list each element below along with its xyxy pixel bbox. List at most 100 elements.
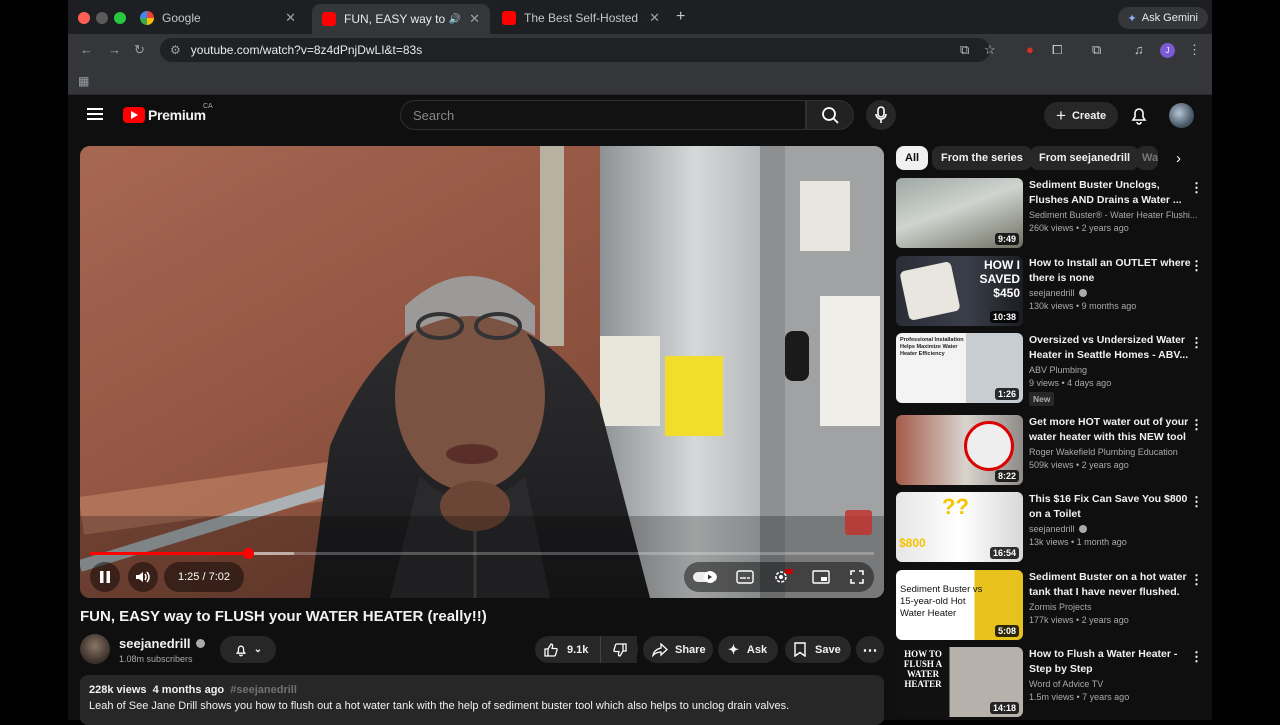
thumbnail-caption: Sediment Buster vs 15-year-old Hot Water… [900,584,983,619]
chrome-menu-icon[interactable]: ⋮ [1188,42,1201,58]
ask-gemini-button[interactable]: ✦ Ask Gemini [1117,7,1208,29]
recommendation-title[interactable]: Sediment Buster Unclogs, Flushes AND Dra… [1029,178,1197,208]
close-tab-icon[interactable]: ✕ [461,11,480,27]
youtube-play-icon [123,107,145,123]
scrubber-handle[interactable] [242,548,254,559]
chip-from-channel[interactable]: From seejanedrill [1030,146,1140,170]
notifications-bell-icon[interactable] [1128,104,1150,126]
account-avatar[interactable] [1169,103,1194,128]
progress-bar[interactable] [90,548,874,559]
close-tab-icon[interactable]: ✕ [277,10,296,26]
recommendation-channel[interactable]: Zormis Projects [1029,602,1197,612]
recommendation-title[interactable]: How to Install an OUTLET where there is … [1029,256,1197,286]
recommendation-title[interactable]: Oversized vs Undersized Water Heater in … [1029,333,1197,363]
search-box[interactable] [400,100,806,130]
recommendation-item[interactable]: HOW TO FLUSH A WATER HEATER 14:18 How to… [896,647,1206,718]
recommendation-item[interactable]: 9:49 Sediment Buster Unclogs, Flushes AN… [896,178,1206,249]
recommendation-item[interactable]: 8:22 Get more HOT water out of your wate… [896,415,1206,486]
autoplay-toggle-icon[interactable] [693,571,718,583]
close-tab-icon[interactable]: ✕ [641,10,660,26]
settings-gear-icon[interactable] [773,569,793,585]
search-button[interactable] [806,100,854,130]
pause-button[interactable] [90,562,120,592]
search-input[interactable] [413,107,793,123]
media-control-icon[interactable]: ♫ [1134,42,1144,57]
tab-youtube-video[interactable]: FUN, EASY way to FLUSH 🔊 ✕ [312,4,490,34]
video-thumbnail[interactable]: ?? $800 16:54 [896,492,1023,562]
recommendation-channel[interactable]: ABV Plumbing [1029,365,1197,375]
recommendation-title[interactable]: This $16 Fix Can Save You $800 on a Toil… [1029,492,1197,522]
more-vertical-icon[interactable]: ⋮ [1190,335,1203,351]
recommendation-channel[interactable]: seejanedrill [1029,288,1197,298]
extension-red-icon[interactable]: ● [1026,42,1034,57]
video-thumbnail[interactable]: HOW TO FLUSH A WATER HEATER 14:18 [896,647,1023,717]
reload-icon[interactable]: ↻ [134,42,145,58]
recommendation-title[interactable]: Sediment Buster on a hot water tank that… [1029,570,1197,600]
site-info-icon[interactable]: ⚙ [170,43,181,57]
ask-button[interactable]: ✦ Ask [718,636,778,663]
recommendation-item[interactable]: Professional Installation Helps Maximize… [896,333,1206,411]
audio-playing-icon[interactable]: 🔊 [449,14,461,25]
recommendation-title[interactable]: How to Flush a Water Heater - Step by St… [1029,647,1197,677]
more-vertical-icon[interactable]: ⋮ [1190,649,1203,665]
more-vertical-icon[interactable]: ⋮ [1190,494,1203,510]
extensions-puzzle-icon[interactable]: ⧠ [1052,42,1062,58]
profile-avatar[interactable]: J [1160,43,1175,58]
tab-search-icon[interactable]: ⧉ [1092,42,1101,58]
close-window-button[interactable] [78,12,90,24]
new-tab-icon[interactable]: + [676,8,685,26]
more-vertical-icon[interactable]: ⋮ [1190,180,1203,196]
miniplayer-icon[interactable] [812,570,830,584]
create-button[interactable]: + Create [1044,102,1119,129]
hashtag-link[interactable]: #seejanedrill [230,684,297,696]
subscribe-watermark-icon[interactable] [845,510,872,535]
video-thumbnail[interactable]: Professional Installation Helps Maximize… [896,333,1023,403]
chip-all[interactable]: All [896,146,929,170]
bookmark-star-icon[interactable]: ☆ [984,42,996,58]
menu-icon[interactable] [87,108,103,120]
description-box[interactable]: 228k views 4 months ago #seejanedrill Le… [80,675,884,725]
recommendation-channel[interactable]: seejanedrill [1029,524,1197,534]
maximize-window-button[interactable] [114,12,126,24]
chip-from-series[interactable]: From the series [932,146,1032,170]
channel-avatar[interactable] [80,634,110,664]
channel-name[interactable]: seejanedrill [119,636,205,651]
video-thumbnail[interactable]: 8:22 [896,415,1023,485]
recommendation-item[interactable]: ?? $800 16:54 This $16 Fix Can Save You … [896,492,1206,563]
video-thumbnail[interactable]: Sediment Buster vs 15-year-old Hot Water… [896,570,1023,640]
more-vertical-icon[interactable]: ⋮ [1190,417,1203,433]
recommendation-channel[interactable]: Roger Wakefield Plumbing Education [1029,447,1197,457]
save-button[interactable]: Save [785,636,851,663]
recommendation-channel[interactable]: Word of Advice TV [1029,679,1197,689]
video-thumbnail[interactable]: HOW I SAVED $450 10:38 [896,256,1023,326]
more-vertical-icon[interactable]: ⋮ [1190,572,1203,588]
tab-google[interactable]: Google ✕ [130,6,306,30]
apps-grid-icon[interactable]: ▦ [78,74,89,88]
captions-icon[interactable] [736,570,754,584]
video-player[interactable]: 1:25 / 7:02 [80,146,884,598]
youtube-logo[interactable]: Premium CA [123,103,213,123]
url-text: youtube.com/watch?v=8z4dPnjDwLI&t=83s [190,43,423,57]
subscribed-notifications-button[interactable]: ⌄ [220,636,276,663]
share-button[interactable]: Share [643,636,713,663]
chevron-right-icon[interactable]: › [1176,150,1181,167]
mute-button[interactable] [128,562,158,592]
voice-search-button[interactable] [866,100,896,130]
recommendation-item[interactable]: Sediment Buster vs 15-year-old Hot Water… [896,570,1206,641]
more-vertical-icon[interactable]: ⋮ [1190,258,1203,274]
more-actions-button[interactable]: ⋯ [856,636,884,663]
address-bar[interactable]: ⚙ youtube.com/watch?v=8z4dPnjDwLI&t=83s … [160,38,996,62]
minimize-window-button[interactable] [96,12,108,24]
forward-icon[interactable]: → [108,42,121,57]
install-app-icon[interactable]: ⧉ [960,42,969,58]
video-thumbnail[interactable]: 9:49 [896,178,1023,248]
fullscreen-icon[interactable] [849,569,865,585]
chip-watched[interactable]: Wa [1136,146,1158,170]
tab-selfhosted-ai[interactable]: The Best Self-Hosted AI Tool ✕ [492,6,670,30]
plus-icon: + [1056,105,1066,125]
recommendation-title[interactable]: Get more HOT water out of your water hea… [1029,415,1197,445]
dislike-button[interactable] [600,636,638,663]
back-icon[interactable]: ← [80,42,93,57]
recommendation-channel[interactable]: Sediment Buster® - Water Heater Flushi..… [1029,210,1197,220]
recommendation-item[interactable]: HOW I SAVED $450 10:38 How to Install an… [896,256,1206,327]
